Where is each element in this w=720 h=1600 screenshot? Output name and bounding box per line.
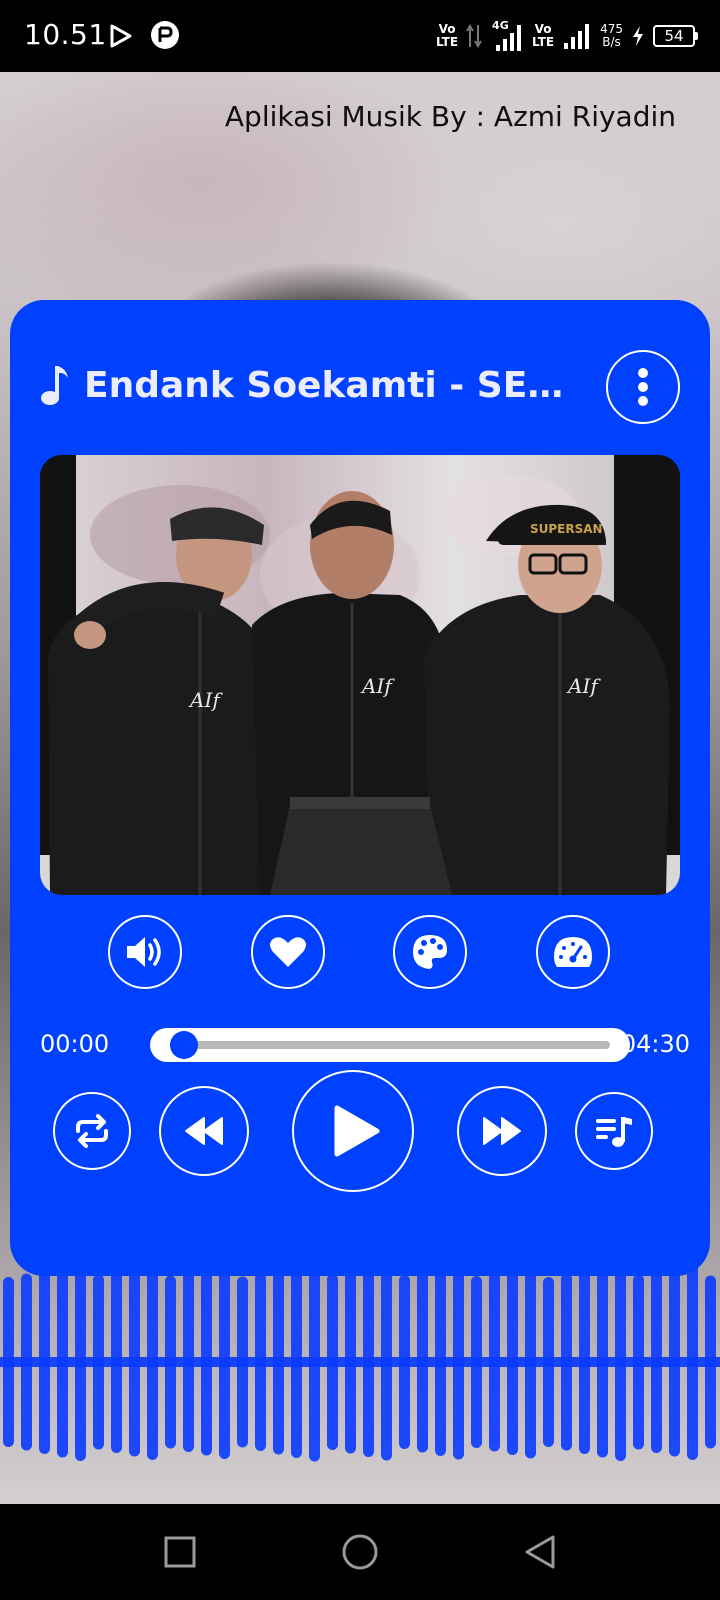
svg-text:AIf: AIf xyxy=(566,674,601,698)
action-row xyxy=(108,915,620,991)
svg-text:AIf: AIf xyxy=(188,688,223,712)
player-card: Endank Soekamti - SEMO... xyxy=(10,300,710,1276)
music-note-icon xyxy=(41,366,68,405)
play-button[interactable] xyxy=(292,1070,414,1192)
home-icon xyxy=(342,1534,378,1570)
current-time: 00:00 xyxy=(40,1030,110,1058)
album-art: AIf AIf SUPERSAN AIf xyxy=(40,455,680,895)
recent-apps-button[interactable] xyxy=(158,1530,202,1574)
repeat-icon xyxy=(76,1114,108,1148)
theme-button[interactable] xyxy=(393,915,467,989)
song-title-row: Endank Soekamti - SEMO... xyxy=(40,350,600,420)
volte-indicator-2: Vo LTE xyxy=(532,22,555,49)
status-bar: 10.51 Vo LTE 4G Vo LTE 475 B/s 54 xyxy=(0,0,720,72)
signal-strength-icon xyxy=(496,25,522,51)
more-options-button[interactable] xyxy=(606,350,680,424)
signal-4g: 4G xyxy=(490,19,524,53)
band-photo: AIf AIf SUPERSAN AIf xyxy=(40,455,680,895)
data-transfer-icon xyxy=(466,24,482,48)
status-time: 10.51 xyxy=(24,18,107,51)
fast-forward-button[interactable] xyxy=(457,1086,547,1176)
back-icon xyxy=(525,1535,555,1569)
more-vertical-icon xyxy=(638,368,648,406)
volte-indicator: Vo LTE xyxy=(436,22,459,49)
seek-row: 00:00 04:30 xyxy=(40,1028,690,1064)
recent-apps-icon xyxy=(164,1536,196,1568)
network-speed: 475 B/s xyxy=(600,22,623,49)
song-title: Endank Soekamti - SEMO... xyxy=(84,364,574,406)
rewind-icon xyxy=(185,1117,223,1145)
seek-bar[interactable] xyxy=(150,1028,630,1062)
palette-icon xyxy=(413,935,447,969)
playlist-button[interactable] xyxy=(575,1092,653,1170)
navigation-bar xyxy=(0,1504,720,1600)
fast-forward-icon xyxy=(483,1117,521,1145)
battery-level: 54 xyxy=(653,25,695,47)
volume-icon xyxy=(127,937,161,967)
svg-text:AIf: AIf xyxy=(360,674,395,698)
rewind-button[interactable] xyxy=(159,1086,249,1176)
charging-icon xyxy=(633,26,643,46)
volume-button[interactable] xyxy=(108,915,182,989)
heart-icon xyxy=(270,937,306,967)
speedometer-icon xyxy=(554,937,592,967)
battery-indicator: 54 xyxy=(653,25,698,47)
svg-text:SUPERSAN: SUPERSAN xyxy=(530,522,603,536)
play-icon xyxy=(334,1105,380,1157)
seek-thumb[interactable] xyxy=(170,1031,198,1059)
battery-cap xyxy=(695,32,698,40)
repeat-button[interactable] xyxy=(53,1092,131,1170)
visualizer-baseline xyxy=(0,1357,720,1367)
signal-strength-icon-2 xyxy=(564,24,590,49)
favorite-button[interactable] xyxy=(251,915,325,989)
play-store-notification-icon xyxy=(110,24,132,48)
speed-button[interactable] xyxy=(536,915,610,989)
total-time: 04:30 xyxy=(620,1030,690,1058)
app-notification-icon xyxy=(151,21,179,49)
home-button[interactable] xyxy=(338,1530,382,1574)
seek-track xyxy=(170,1041,610,1049)
playlist-icon xyxy=(596,1117,632,1147)
back-button[interactable] xyxy=(518,1530,562,1574)
app-title: Aplikasi Musik By : Azmi Riyadin xyxy=(224,100,676,133)
status-icons: Vo LTE 4G Vo LTE 475 B/s 54 xyxy=(436,16,698,56)
